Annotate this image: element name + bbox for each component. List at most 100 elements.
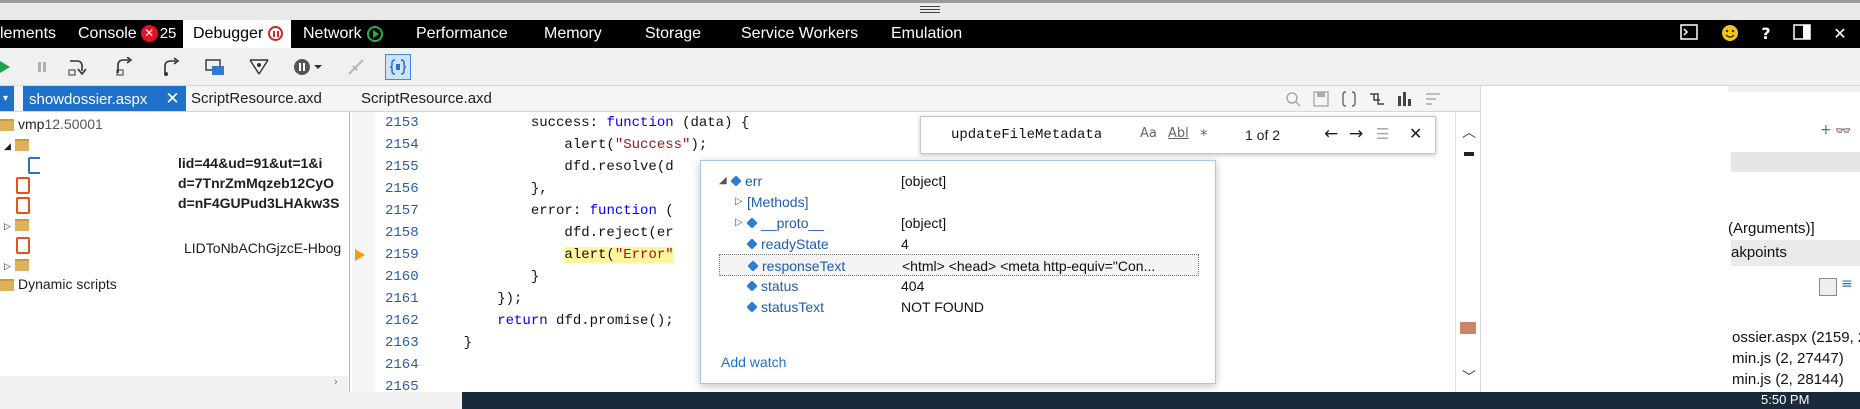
code-line: alert("Success");	[430, 134, 707, 156]
grip-icon	[920, 6, 940, 14]
tab-network[interactable]: Network	[303, 20, 383, 48]
find-next-icon[interactable]: →	[1349, 124, 1363, 144]
code-line: dfd.reject(er	[430, 222, 673, 244]
tree-dynamic-scripts-label: Dynamic scripts	[18, 276, 117, 292]
code-line: alert("Error"	[430, 244, 674, 266]
watch-name: responseText	[762, 258, 846, 274]
line-number: 2161	[385, 291, 419, 307]
tab-storage[interactable]: Storage	[645, 20, 701, 48]
file-list-dropdown[interactable]: ▾	[0, 86, 14, 111]
line-number: 2162	[385, 313, 419, 329]
line-number: 2154	[385, 137, 419, 153]
watch-row-statustext[interactable]: statusText NOT FOUND	[719, 296, 1199, 318]
code-line: error: function (	[430, 200, 674, 222]
watch-datatip: ◢ err [object] ▷ [Methods] ▷ __proto__ [object]…	[700, 160, 1216, 384]
step-over-icon[interactable]	[112, 54, 138, 80]
continue-icon[interactable]	[0, 54, 18, 80]
word-wrap-icon[interactable]	[1420, 86, 1446, 112]
tree-item-folder-2[interactable]: ▷	[4, 214, 33, 234]
expand-triangle-icon[interactable]: ▷	[735, 191, 743, 213]
break-on-new-worker-icon[interactable]	[202, 54, 228, 80]
close-find-icon[interactable]: ✕	[1409, 124, 1422, 143]
tree-item-file-4[interactable]	[16, 234, 30, 254]
tree-item-host[interactable]: vmp12.50001	[0, 114, 103, 134]
file-icon	[16, 236, 30, 254]
paused-icon	[268, 26, 284, 42]
code-line: },	[430, 178, 548, 200]
code-token: function	[606, 115, 674, 131]
find-input[interactable]	[951, 125, 1101, 145]
format-code-icon[interactable]	[1336, 86, 1362, 112]
watch-row-proto[interactable]: ▷ __proto__ [object]	[719, 212, 1199, 234]
tab-debugger[interactable]: Debugger	[183, 20, 292, 48]
watch-row-readystate[interactable]: readyState 4	[719, 233, 1199, 255]
find-in-selection-icon[interactable]: ☰	[1376, 125, 1389, 143]
collapse-triangle-icon: ▷	[4, 221, 11, 231]
dock-icon[interactable]	[1791, 24, 1813, 44]
scroll-thumb[interactable]	[1464, 152, 1474, 156]
whole-word-toggle[interactable]: Abl	[1168, 126, 1189, 141]
breakpoint-item-3[interactable]: min.js (2, 28144)	[1732, 371, 1844, 388]
file-tab-scriptresource-1[interactable]: ScriptResource.axd	[185, 86, 328, 111]
help-icon[interactable]: ?	[1755, 24, 1777, 44]
pretty-print-icon[interactable]	[385, 54, 411, 80]
tree-item-dynamic-scripts[interactable]: Dynamic scripts	[0, 274, 117, 294]
break-icon[interactable]	[29, 54, 55, 80]
tab-service-workers[interactable]: Service Workers	[741, 20, 858, 48]
profiler-icon[interactable]	[1392, 86, 1418, 112]
step-into-icon[interactable]	[64, 54, 90, 80]
match-case-toggle[interactable]: Aa	[1140, 126, 1157, 141]
exception-behavior-icon[interactable]	[246, 54, 272, 80]
editor-vertical-scrollbar[interactable]: ︿ ﹀	[1455, 112, 1481, 392]
watch-row-methods[interactable]: ▷ [Methods]	[719, 191, 1199, 213]
breakpoint-toggle-icon[interactable]	[1819, 278, 1837, 296]
tree-item-folder[interactable]: ◢	[4, 134, 33, 154]
tree-item-file-3[interactable]	[16, 194, 30, 214]
watch-row-status[interactable]: status 404	[719, 275, 1199, 297]
folder-icon	[14, 139, 29, 152]
console-error-count: 25	[159, 25, 177, 42]
add-watch-icon[interactable]: +	[1820, 122, 1832, 138]
watch-value: NOT FOUND	[901, 299, 984, 315]
tab-memory[interactable]: Memory	[544, 20, 602, 48]
close-icon[interactable]: ✕	[1829, 24, 1851, 44]
find-previous-icon[interactable]: ←	[1324, 124, 1338, 144]
watch-value: 4	[901, 236, 909, 252]
debugger-toolbar	[0, 48, 1860, 86]
break-exceptions-dropdown[interactable]	[290, 54, 326, 80]
breakpoint-item-2[interactable]: min.js (2, 27447)	[1732, 350, 1844, 367]
tree-item-folder-3[interactable]: ▷	[4, 254, 33, 274]
save-icon[interactable]	[1308, 86, 1334, 112]
add-watch-link[interactable]: Add watch	[721, 354, 786, 370]
watch-row-err[interactable]: ◢ err [object]	[719, 170, 1199, 192]
code-token: success:	[530, 115, 607, 131]
collapse-triangle-icon[interactable]: ◢	[719, 170, 727, 192]
code-token: }	[463, 335, 473, 351]
console-toggle-icon[interactable]	[1678, 24, 1700, 44]
tab-performance[interactable]: Performance	[416, 20, 508, 48]
file-tab-showdossier[interactable]: showdossier.aspx ✕	[23, 86, 186, 111]
find-references-icon[interactable]	[1280, 86, 1306, 112]
regex-toggle[interactable]: *	[1200, 126, 1208, 144]
file-tab-scriptresource-2[interactable]: ScriptResource.axd	[355, 86, 498, 111]
tab-memory-label: Memory	[544, 25, 602, 42]
disconnect-debugger-icon[interactable]	[343, 54, 369, 80]
tab-console[interactable]: Console ✕ 25	[78, 20, 176, 48]
tree-item-file-2[interactable]	[16, 174, 30, 194]
tab-emulation[interactable]: Emulation	[891, 20, 962, 48]
close-tab-icon[interactable]: ✕	[165, 89, 179, 108]
code-line: return dfd.promise();	[430, 310, 673, 332]
source-map-icon[interactable]	[1364, 86, 1390, 112]
breakpoint-list-icon[interactable]: ≡	[1841, 276, 1853, 292]
code-token: "Error"	[614, 247, 674, 263]
glasses-icon[interactable]: 👓	[1835, 124, 1851, 139]
code-token: alert(	[564, 137, 615, 153]
watch-row-responsetext[interactable]: responseText <html> <head> <meta http-equ…	[719, 254, 1199, 276]
breakpoint-item-1[interactable]: ossier.aspx (2159, 21	[1732, 329, 1860, 346]
step-out-icon[interactable]	[158, 54, 184, 80]
feedback-smiley-icon[interactable]	[1719, 24, 1741, 44]
expand-triangle-icon[interactable]: ▷	[735, 212, 743, 234]
tab-elements[interactable]: lements	[0, 20, 56, 48]
